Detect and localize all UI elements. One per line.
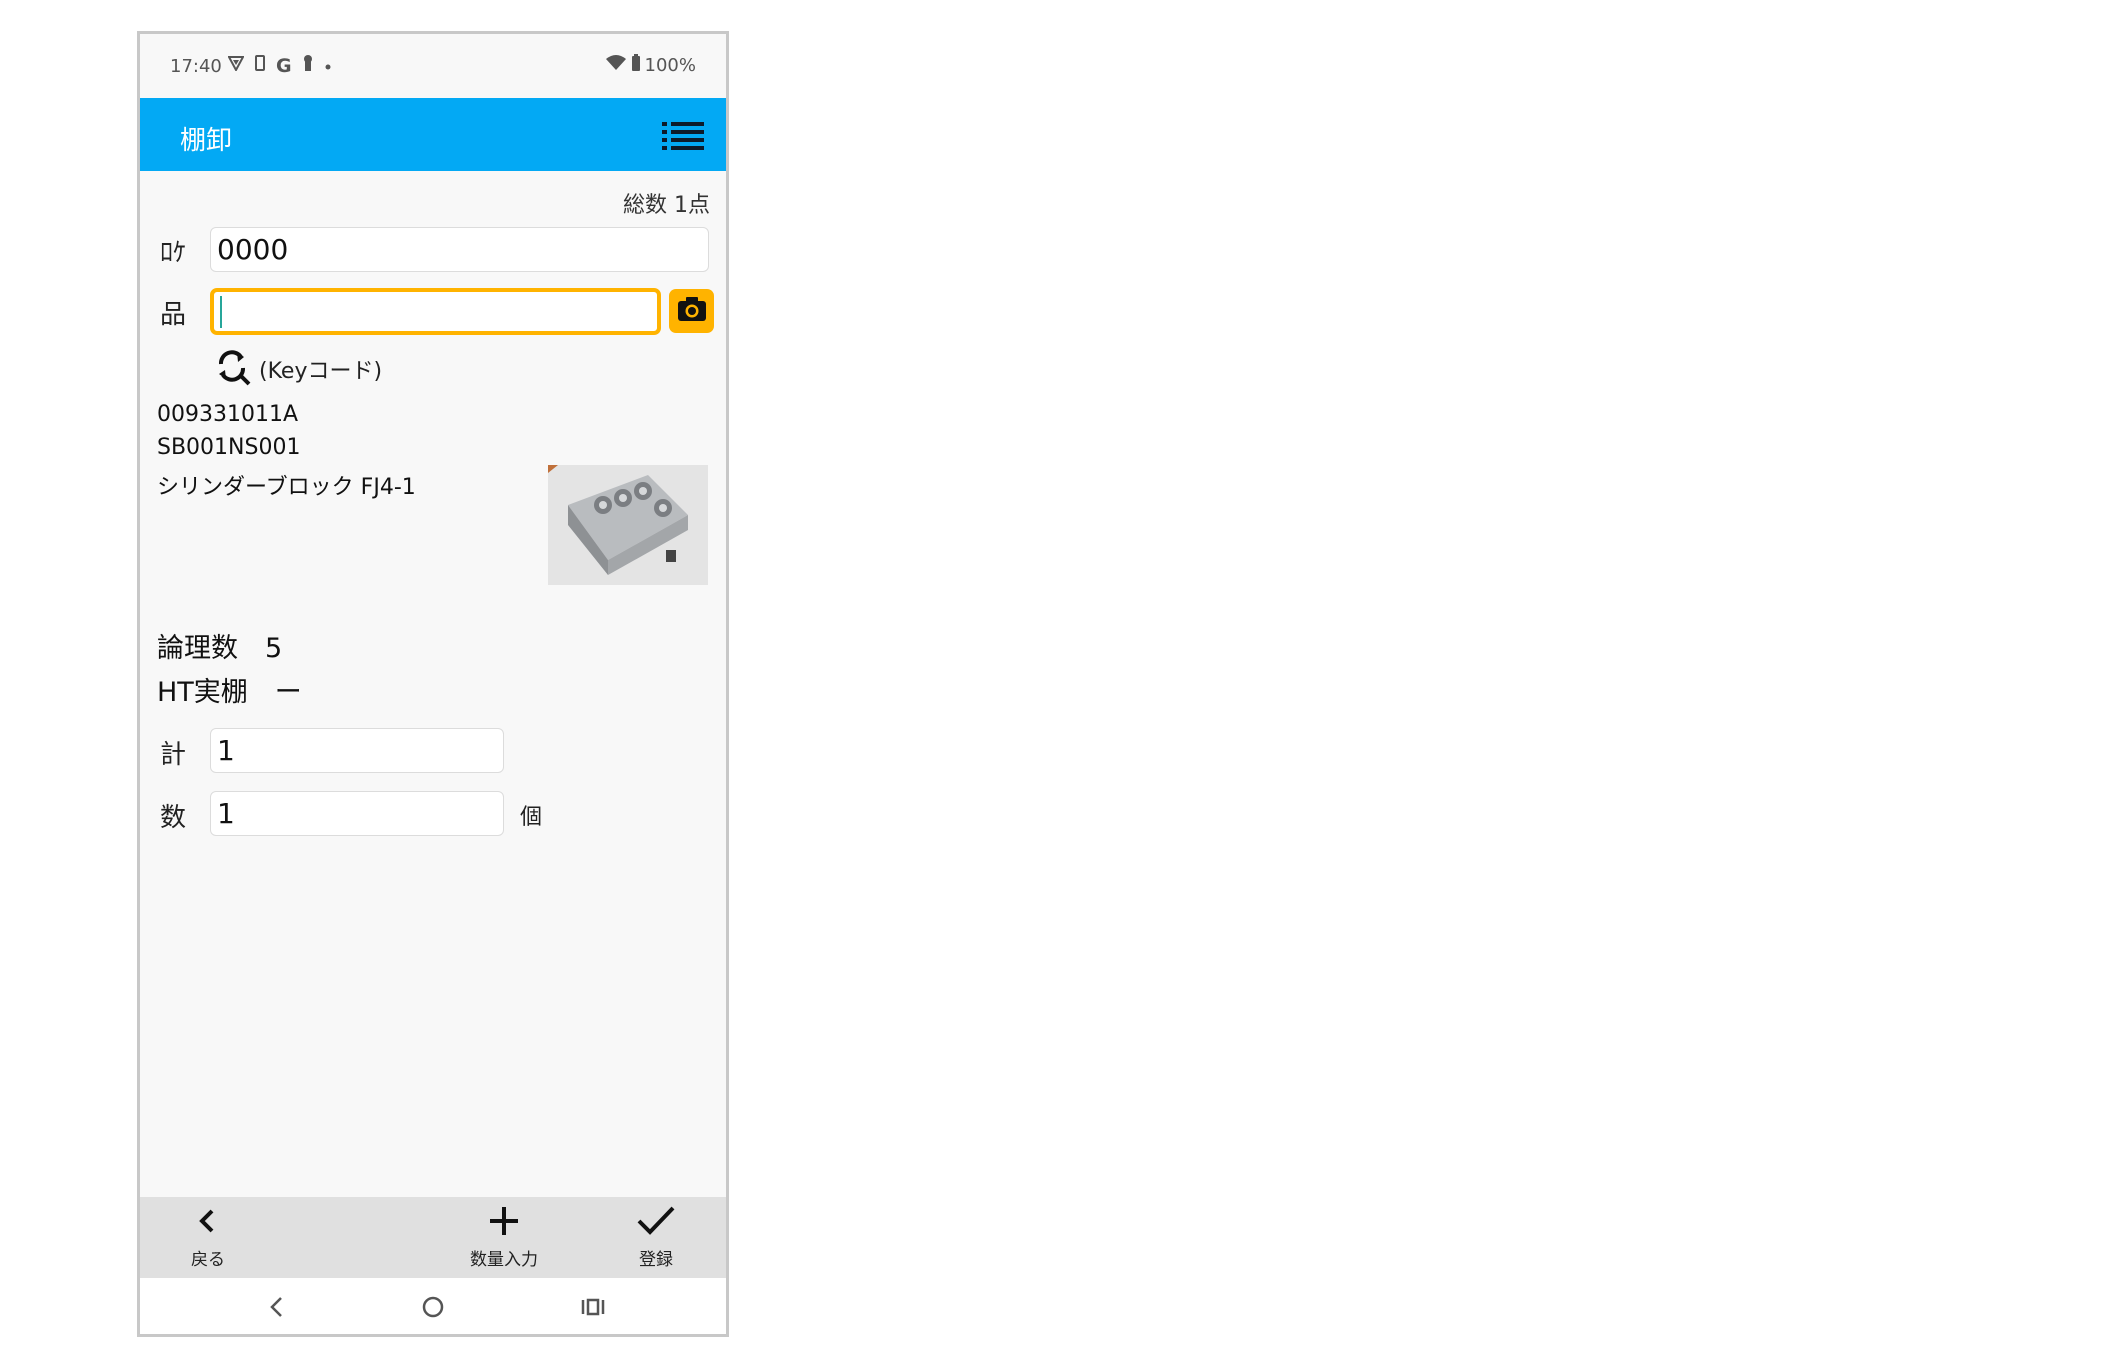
- status-bar: 17:40 G 100%: [140, 34, 726, 98]
- battery-percent: 100%: [644, 55, 696, 76]
- list-menu-icon[interactable]: [662, 120, 704, 150]
- quantity-input[interactable]: 1: [210, 791, 504, 836]
- page-title: 棚卸: [180, 126, 233, 156]
- quantity-unit: 個: [520, 805, 543, 830]
- bottom-action-bar: 戻る 数量入力 登録: [140, 1197, 726, 1278]
- keycode-label: (Keyコード): [259, 359, 383, 384]
- product-image: [548, 465, 708, 585]
- chevron-left-icon: [190, 1203, 226, 1245]
- product-name: シリンダーブロック FJ4-1: [157, 475, 416, 500]
- camera-button[interactable]: [669, 289, 714, 333]
- location-label: ﾛｹ: [160, 238, 187, 268]
- text-caret: [220, 295, 222, 328]
- total-count: 総数 1点: [623, 193, 710, 218]
- system-nav-bar: [140, 1278, 726, 1334]
- back-nav-icon[interactable]: [265, 1292, 289, 1326]
- refresh-search-icon: [213, 346, 253, 392]
- battery-icon: [631, 54, 641, 77]
- total-input[interactable]: 1: [210, 728, 504, 773]
- keyhole-icon: [302, 54, 314, 77]
- home-nav-icon[interactable]: [420, 1292, 446, 1326]
- status-right: 100%: [605, 54, 696, 77]
- check-icon: [636, 1203, 676, 1245]
- total-value: 1: [217, 734, 235, 767]
- ht-actual-count: HT実棚 ー: [157, 677, 302, 708]
- register-button[interactable]: 登録: [636, 1203, 676, 1270]
- status-left-icons: G: [227, 54, 332, 77]
- plus-icon: [486, 1203, 522, 1245]
- dot-icon: [324, 55, 332, 76]
- wifi-icon: [605, 55, 627, 76]
- quantity-label: 数: [160, 803, 187, 833]
- back-label: 戻る: [191, 1250, 225, 1270]
- register-label: 登録: [639, 1250, 673, 1270]
- sim-icon: [254, 55, 266, 76]
- back-button[interactable]: 戻る: [190, 1203, 226, 1270]
- item-input[interactable]: [210, 288, 661, 335]
- total-label: 計: [160, 740, 187, 770]
- product-part-no: SB001NS001: [157, 435, 301, 460]
- product-code: 009331011A: [157, 402, 299, 427]
- keycode-search[interactable]: (Keyコード): [213, 346, 382, 392]
- status-time: 17:40: [170, 56, 222, 77]
- recents-nav-icon[interactable]: [580, 1292, 606, 1326]
- app-bar: 棚卸: [140, 98, 726, 171]
- phone-frame: 17:40 G 100% 棚卸 総数 1点 ﾛｹ 0000 品 (Keyコード)…: [137, 31, 729, 1337]
- location-input[interactable]: 0000: [210, 227, 709, 272]
- vpn-icon: [227, 55, 245, 76]
- google-icon: G: [276, 54, 292, 77]
- location-value: 0000: [217, 233, 289, 266]
- item-label: 品: [160, 300, 187, 330]
- logical-count: 論理数 5: [157, 633, 283, 664]
- quantity-input-label: 数量入力: [470, 1250, 538, 1270]
- camera-icon: [677, 296, 707, 326]
- quantity-input-button[interactable]: 数量入力: [470, 1203, 538, 1270]
- quantity-value: 1: [217, 797, 235, 830]
